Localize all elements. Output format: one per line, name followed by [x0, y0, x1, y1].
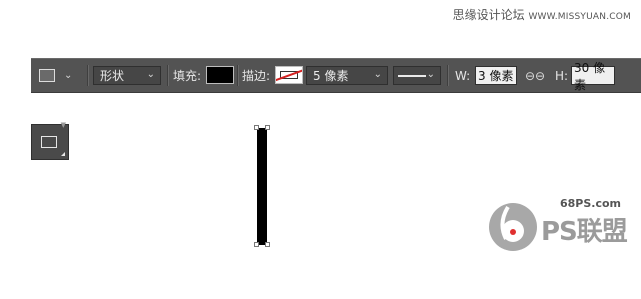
divider [447, 65, 449, 86]
transform-handle-top-right[interactable] [265, 125, 270, 130]
width-label: W: [455, 68, 471, 83]
logo-brand-text: PS联盟 [541, 217, 628, 247]
logo-site-text: 68PS.com [559, 197, 621, 210]
rectangle-tool-button[interactable]: ▼ [31, 121, 69, 160]
shape-mode-dropdown[interactable]: 形状 ⌄ [93, 66, 161, 85]
tool-options-bar: ⌄ 形状 ⌄ 填充: 描边: 5 像素 ⌄ ⌄ W: 3 像素 ⊖⊖ H: 30… [31, 58, 641, 93]
chevron-down-icon: ⌄ [146, 69, 155, 80]
rectangle-shape[interactable] [257, 128, 267, 245]
width-input[interactable]: 3 像素 [475, 66, 517, 85]
chevron-down-icon: ⌄ [64, 70, 73, 81]
divider [87, 65, 89, 86]
rectangle-icon [39, 69, 55, 82]
transform-handle-top-left[interactable] [254, 125, 259, 130]
divider [167, 65, 169, 86]
height-label: H: [555, 68, 569, 83]
watermark-text: 思缘设计论坛 [452, 8, 525, 22]
height-input[interactable]: 30 像素 [571, 61, 615, 92]
watermark-url: WWW.MISSYUAN.COM [528, 12, 631, 22]
submenu-corner-icon [61, 152, 65, 156]
stroke-width-value: 5 像素 [313, 69, 349, 83]
stroke-style-dropdown[interactable]: ⌄ [393, 66, 441, 85]
solid-line-icon [398, 74, 426, 77]
transform-handle-bottom-left[interactable] [254, 242, 259, 247]
divider [237, 65, 239, 86]
rectangle-tool-icon [41, 136, 57, 148]
tool-preset-picker[interactable]: ⌄ [39, 59, 83, 92]
chevron-down-icon: ⌄ [426, 69, 435, 80]
shape-mode-value: 形状 [100, 69, 125, 83]
chevron-down-icon: ⌄ [373, 69, 382, 80]
watermark: 思缘设计论坛 WWW.MISSYUAN.COM [453, 6, 631, 23]
transform-handle-bottom-right[interactable] [265, 242, 270, 247]
fill-label: 填充: [173, 69, 202, 83]
stroke-label: 描边: [242, 69, 271, 83]
link-icon[interactable]: ⊖⊖ [525, 59, 545, 92]
stroke-width-dropdown[interactable]: 5 像素 ⌄ [306, 66, 388, 85]
stroke-color-swatch[interactable] [275, 66, 303, 84]
notch-icon: ▼ [60, 121, 66, 129]
fill-color-swatch[interactable] [206, 66, 234, 84]
